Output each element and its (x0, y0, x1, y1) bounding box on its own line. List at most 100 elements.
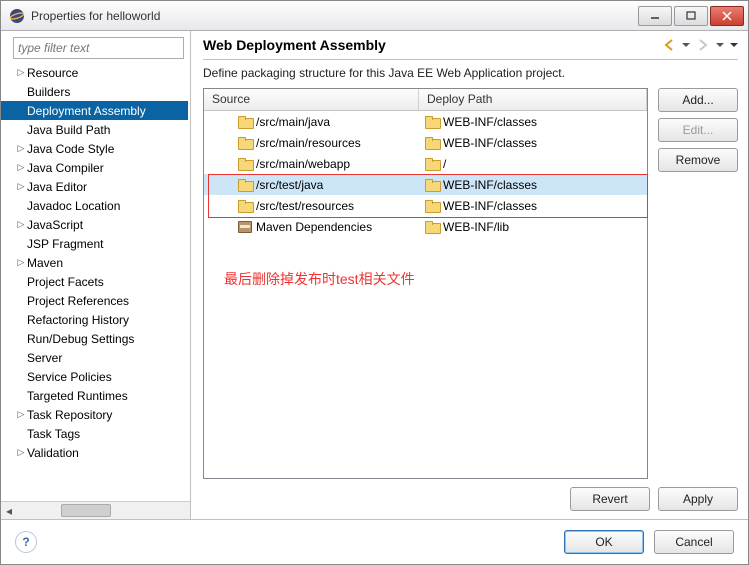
tree-item[interactable]: ▷Task Tags (1, 424, 188, 443)
tree-item[interactable]: ▷Javadoc Location (1, 196, 188, 215)
tree-item[interactable]: ▷Java Compiler (1, 158, 188, 177)
tree-item[interactable]: ▷Java Build Path (1, 120, 188, 139)
expand-caret-icon[interactable]: ▷ (15, 447, 27, 458)
folder-icon (425, 179, 439, 190)
table-row[interactable]: Maven DependenciesWEB-INF/lib (204, 216, 647, 237)
nav-back-icon[interactable] (662, 38, 676, 52)
tree-item[interactable]: ▷Service Policies (1, 367, 188, 386)
scroll-left-arrow-icon[interactable]: ◂ (1, 504, 17, 518)
dropdown-icon[interactable] (682, 41, 690, 49)
folder-icon (425, 137, 439, 148)
window-controls (636, 6, 744, 26)
edit-button[interactable]: Edit... (658, 118, 738, 142)
tree-item-label: Service Policies (27, 370, 112, 384)
header-nav (662, 38, 738, 52)
tree-item-label: Java Compiler (27, 161, 104, 175)
close-button[interactable] (710, 6, 744, 26)
tree-item[interactable]: ▷Java Code Style (1, 139, 188, 158)
cancel-button[interactable]: Cancel (654, 530, 734, 554)
folder-icon (238, 200, 252, 211)
tree-item[interactable]: ▷Builders (1, 82, 188, 101)
maximize-button[interactable] (674, 6, 708, 26)
window-title: Properties for helloworld (31, 9, 636, 23)
tree-item[interactable]: ▷JavaScript (1, 215, 188, 234)
tree-item-label: Javadoc Location (27, 199, 120, 213)
tree-item[interactable]: ▷Deployment Assembly (1, 101, 188, 120)
source-cell: /src/test/resources (256, 199, 354, 213)
page-header: Web Deployment Assembly (203, 37, 738, 60)
remove-button[interactable]: Remove (658, 148, 738, 172)
window-titlebar: Properties for helloworld (1, 1, 748, 31)
ok-button[interactable]: OK (564, 530, 644, 554)
category-tree[interactable]: ▷Resource▷Builders▷Deployment Assembly▷J… (1, 63, 190, 501)
expand-caret-icon[interactable]: ▷ (15, 257, 27, 268)
tree-item-label: Deployment Assembly (27, 104, 146, 118)
expand-caret-icon[interactable]: ▷ (15, 181, 27, 192)
column-deploy[interactable]: Deploy Path (419, 89, 647, 110)
category-panel: ▷Resource▷Builders▷Deployment Assembly▷J… (1, 31, 191, 519)
jar-icon (238, 221, 252, 233)
table-row[interactable]: /src/main/webapp/ (204, 153, 647, 174)
tree-item-label: JavaScript (27, 218, 83, 232)
tree-item[interactable]: ▷Task Repository (1, 405, 188, 424)
expand-caret-icon[interactable]: ▷ (15, 219, 27, 230)
expand-caret-icon[interactable]: ▷ (15, 143, 27, 154)
folder-icon (425, 158, 439, 169)
tree-item[interactable]: ▷Run/Debug Settings (1, 329, 188, 348)
folder-icon (238, 158, 252, 169)
tree-item-label: Project References (27, 294, 129, 308)
page-title: Web Deployment Assembly (203, 37, 662, 53)
deploy-cell: WEB-INF/classes (443, 199, 537, 213)
minimize-button[interactable] (638, 6, 672, 26)
tree-item-label: Resource (27, 66, 78, 80)
tree-item[interactable]: ▷Server (1, 348, 188, 367)
table-body: /src/main/java WEB-INF/classes/src/main/r… (204, 111, 647, 478)
button-column: Add... Edit... Remove (658, 88, 738, 479)
source-cell: /src/test/java (256, 178, 323, 192)
filter-input[interactable] (13, 37, 184, 59)
tree-item[interactable]: ▷Refactoring History (1, 310, 188, 329)
tree-item-label: Server (27, 351, 62, 365)
tree-horizontal-scrollbar[interactable]: ◂ ▸ (1, 501, 190, 519)
column-source[interactable]: Source (204, 89, 419, 110)
table-row[interactable]: /src/main/java WEB-INF/classes (204, 111, 647, 132)
expand-caret-icon[interactable]: ▷ (15, 409, 27, 420)
tree-item[interactable]: ▷Validation (1, 443, 188, 462)
assembly-table: Source Deploy Path /src/main/java WEB-INF… (203, 88, 648, 479)
tree-item-label: Java Code Style (27, 142, 114, 156)
expand-caret-icon[interactable]: ▷ (15, 67, 27, 78)
add-button[interactable]: Add... (658, 88, 738, 112)
deploy-cell: WEB-INF/classes (443, 115, 537, 129)
help-button[interactable]: ? (15, 531, 37, 553)
deploy-cell: WEB-INF/classes (443, 136, 537, 150)
folder-icon (238, 179, 252, 190)
tree-item-label: Builders (27, 85, 70, 99)
table-row[interactable]: /src/test/resources WEB-INF/classes (204, 195, 647, 216)
tree-item[interactable]: ▷Java Editor (1, 177, 188, 196)
folder-icon (425, 116, 439, 127)
tree-item[interactable]: ▷Maven (1, 253, 188, 272)
tree-item[interactable]: ▷Targeted Runtimes (1, 386, 188, 405)
tree-item[interactable]: ▷Resource (1, 63, 188, 82)
table-row[interactable]: /src/test/javaWEB-INF/classes (204, 174, 647, 195)
apply-button[interactable]: Apply (658, 487, 738, 511)
revert-button[interactable]: Revert (570, 487, 650, 511)
tree-item[interactable]: ▷Project References (1, 291, 188, 310)
eclipse-icon (9, 8, 25, 24)
scroll-thumb[interactable] (61, 504, 111, 517)
menu-dropdown-icon[interactable] (730, 41, 738, 49)
tree-item-label: Project Facets (27, 275, 104, 289)
tree-item[interactable]: ▷Project Facets (1, 272, 188, 291)
dropdown-icon[interactable] (716, 41, 724, 49)
tree-item[interactable]: ▷JSP Fragment (1, 234, 188, 253)
folder-icon (425, 221, 439, 232)
folder-icon (425, 200, 439, 211)
deploy-cell: WEB-INF/lib (443, 220, 509, 234)
page-description: Define packaging structure for this Java… (203, 66, 738, 80)
tree-item-label: Java Build Path (27, 123, 110, 137)
table-row[interactable]: /src/main/resourcesWEB-INF/classes (204, 132, 647, 153)
filter-wrap (13, 37, 184, 59)
tree-item-label: Java Editor (27, 180, 87, 194)
expand-caret-icon[interactable]: ▷ (15, 162, 27, 173)
source-cell: /src/main/java (256, 115, 330, 129)
